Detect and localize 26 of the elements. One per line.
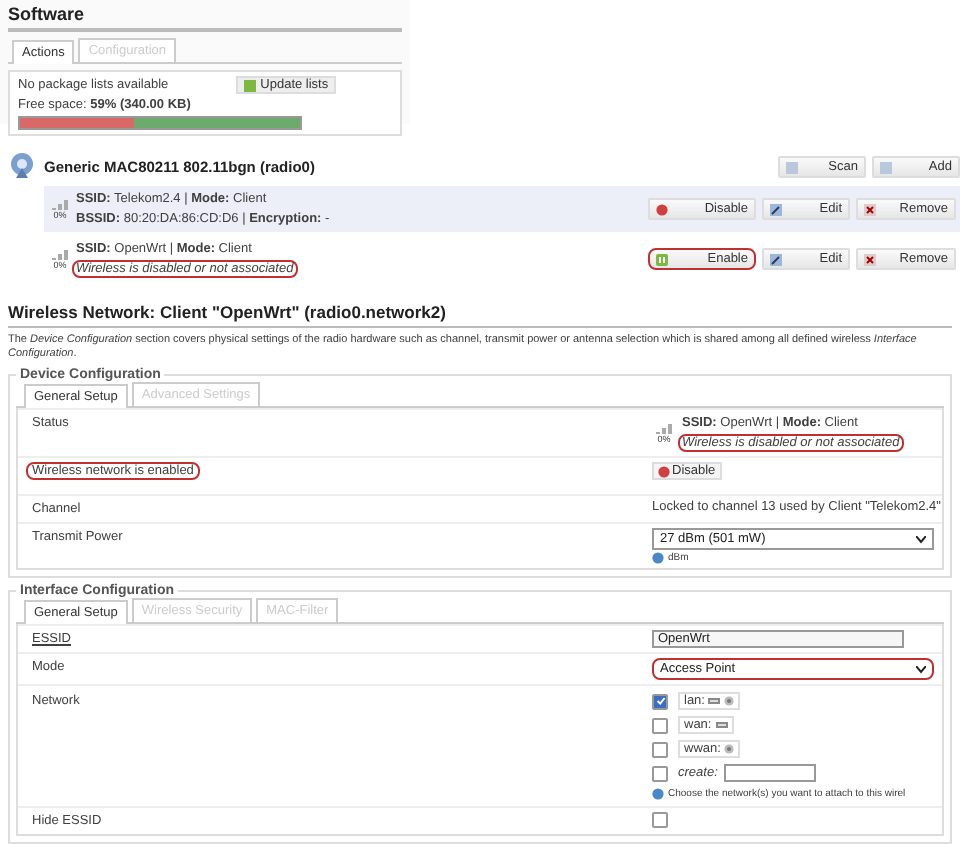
close-icon [864,203,876,215]
caret-icon [916,665,926,674]
signal-icon [52,249,68,259]
info-icon [652,552,664,565]
pencil-icon [770,203,782,215]
wifi-icon [724,696,735,707]
ethernet-port-icon [708,696,721,707]
radio-icon [8,152,36,180]
ethernet-port-icon [715,720,728,731]
checkbox[interactable] [652,717,668,734]
stop-icon [656,203,668,215]
page-title: Software [8,4,402,32]
page-title: Wireless Network: Client "OpenWrt" (radio0.network2) [8,302,952,328]
input-field[interactable] [723,764,816,783]
close-icon [864,253,876,265]
checkbox[interactable] [652,765,668,782]
signal-icon [52,199,68,209]
checkbox[interactable] [652,693,668,710]
checkbox[interactable] [652,741,668,758]
checkbox[interactable] [652,812,668,829]
stop-icon [658,465,670,478]
caret-icon [916,535,926,544]
signal-icon [656,423,672,434]
pencil-icon [770,253,782,265]
wifi-icon [724,744,735,755]
info-icon [652,788,664,801]
